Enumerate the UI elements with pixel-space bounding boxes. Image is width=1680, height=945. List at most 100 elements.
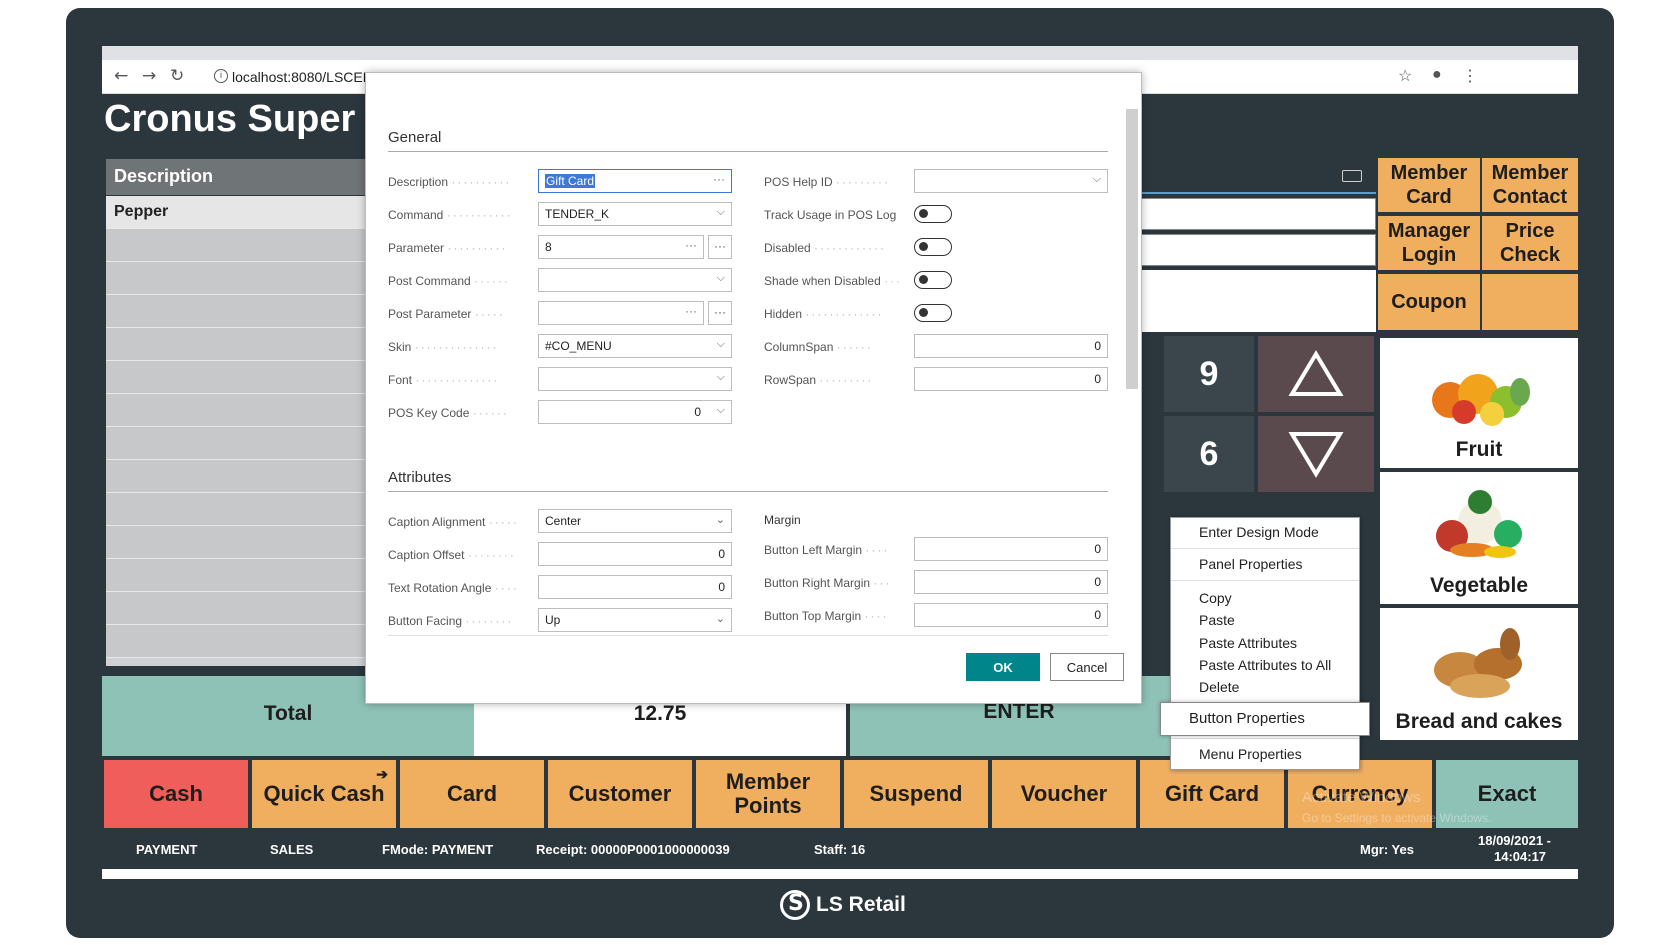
- skin-select[interactable]: #CO_MENU ⌵: [538, 334, 732, 358]
- shade-disabled-toggle[interactable]: [914, 271, 952, 289]
- profile-icon[interactable]: ●: [1432, 66, 1442, 84]
- bread-button[interactable]: Bread and cakes: [1380, 608, 1578, 740]
- ellipsis-icon[interactable]: ···: [685, 238, 697, 252]
- menu-item-paste-attributes-all[interactable]: Paste Attributes to All: [1199, 657, 1331, 673]
- quick-cash-button[interactable]: Quick Cash ➔: [252, 760, 396, 828]
- grid-row[interactable]: [106, 229, 396, 262]
- text-rotation-label: Text Rotation Angle ····: [388, 581, 519, 595]
- vegetable-button[interactable]: Vegetable: [1380, 472, 1578, 604]
- ellipsis-icon[interactable]: ···: [713, 172, 725, 186]
- customer-button[interactable]: Customer: [548, 760, 692, 828]
- input-field[interactable]: [1140, 198, 1376, 230]
- menu-dots-icon[interactable]: ⋮: [1462, 66, 1478, 86]
- input-bar[interactable]: [1140, 158, 1376, 194]
- url-text[interactable]: localhost:8080/LSCEN: [232, 69, 373, 85]
- parameter-lookup-button[interactable]: ···: [708, 235, 732, 259]
- gift-card-button[interactable]: Gift Card: [1140, 760, 1284, 828]
- suspend-button[interactable]: Suspend: [844, 760, 988, 828]
- track-usage-label: Track Usage in POS Log: [764, 208, 897, 222]
- post-parameter-lookup-button[interactable]: ···: [708, 301, 732, 325]
- description-input[interactable]: Gift Card ···: [538, 169, 732, 193]
- star-icon[interactable]: ☆: [1398, 66, 1412, 86]
- coupon-button[interactable]: Coupon: [1378, 274, 1480, 330]
- browser-tab-bar[interactable]: [102, 46, 1578, 60]
- keyboard-icon[interactable]: [1342, 170, 1362, 182]
- left-margin-input[interactable]: 0: [914, 537, 1108, 561]
- status-payment: PAYMENT: [136, 842, 198, 857]
- grid-row[interactable]: [106, 559, 396, 592]
- grid-row[interactable]: [106, 460, 396, 493]
- pos-help-id-select[interactable]: ⌵: [914, 169, 1108, 193]
- cash-button[interactable]: Cash: [104, 760, 248, 828]
- grid-row[interactable]: [106, 361, 396, 394]
- grid-row[interactable]: [106, 328, 396, 361]
- grid-row[interactable]: [106, 394, 396, 427]
- track-usage-toggle[interactable]: [914, 205, 952, 223]
- input-field[interactable]: [1140, 234, 1376, 266]
- reload-icon[interactable]: ↻: [170, 66, 184, 86]
- button-facing-select[interactable]: Up ⌄: [538, 608, 732, 632]
- divider: [388, 491, 1108, 492]
- menu-item-menu-properties[interactable]: Menu Properties: [1199, 746, 1302, 762]
- dialog-scrollbar[interactable]: [1126, 109, 1138, 389]
- text-rotation-input[interactable]: 0: [538, 575, 732, 599]
- top-margin-input[interactable]: 0: [914, 603, 1108, 627]
- grid-row[interactable]: Pepper: [106, 196, 396, 229]
- caption-offset-label: Caption Offset ········: [388, 548, 516, 562]
- menu-item-panel-properties[interactable]: Panel Properties: [1199, 556, 1303, 572]
- manager-login-button[interactable]: Manager Login: [1378, 216, 1480, 270]
- scroll-down-button[interactable]: [1258, 416, 1374, 492]
- row-span-input[interactable]: 0: [914, 367, 1108, 391]
- grid-row[interactable]: [106, 526, 396, 559]
- description-label: Description ··········: [388, 175, 512, 189]
- member-points-button[interactable]: Member Points: [696, 760, 840, 828]
- numpad-6[interactable]: 6: [1164, 416, 1254, 492]
- command-select[interactable]: TENDER_K ⌵: [538, 202, 732, 226]
- menu-item-paste-attributes[interactable]: Paste Attributes: [1199, 635, 1297, 651]
- post-parameter-input[interactable]: ···: [538, 301, 704, 325]
- scroll-up-button[interactable]: [1258, 336, 1374, 412]
- submenu-arrow-icon: ➔: [376, 766, 388, 782]
- grid-header-description: Description: [106, 159, 396, 195]
- voucher-button[interactable]: Voucher: [992, 760, 1136, 828]
- price-check-button[interactable]: Price Check: [1482, 216, 1578, 270]
- menu-item-enter-design-mode[interactable]: Enter Design Mode: [1199, 524, 1319, 540]
- caption-offset-input[interactable]: 0: [538, 542, 732, 566]
- menu-item-button-properties[interactable]: Button Properties: [1160, 702, 1370, 736]
- back-icon[interactable]: ←: [114, 66, 128, 86]
- grid-row[interactable]: [106, 625, 396, 658]
- info-icon[interactable]: i: [214, 69, 228, 83]
- hidden-toggle[interactable]: [914, 304, 952, 322]
- numpad-9[interactable]: 9: [1164, 336, 1254, 412]
- grid-row[interactable]: [106, 592, 396, 625]
- menu-item-delete[interactable]: Delete: [1199, 679, 1239, 695]
- right-margin-input[interactable]: 0: [914, 570, 1108, 594]
- ok-button[interactable]: OK: [966, 653, 1040, 681]
- empty-key[interactable]: [1482, 274, 1578, 330]
- total-label: Total: [263, 702, 313, 725]
- column-span-input[interactable]: 0: [914, 334, 1108, 358]
- fruit-button[interactable]: Fruit: [1380, 338, 1578, 468]
- grid-row[interactable]: [106, 427, 396, 460]
- member-card-button[interactable]: Member Card: [1378, 158, 1480, 212]
- forward-icon[interactable]: →: [142, 66, 156, 86]
- menu-item-copy[interactable]: Copy: [1199, 590, 1232, 606]
- pos-key-code-select[interactable]: 0 ⌵: [538, 400, 732, 424]
- chevron-down-icon: ⌵: [1092, 173, 1101, 185]
- ellipsis-icon[interactable]: ···: [685, 304, 697, 318]
- parameter-input[interactable]: 8 ···: [538, 235, 704, 259]
- cancel-button[interactable]: Cancel: [1050, 653, 1124, 681]
- card-button[interactable]: Card: [400, 760, 544, 828]
- grid-row[interactable]: [106, 295, 396, 328]
- caption-alignment-select[interactable]: Center ⌄: [538, 509, 732, 533]
- grid-row[interactable]: [106, 262, 396, 295]
- post-command-select[interactable]: ⌵: [538, 268, 732, 292]
- disabled-toggle[interactable]: [914, 238, 952, 256]
- menu-item-paste[interactable]: Paste: [1199, 612, 1235, 628]
- brand-name: LS Retail: [816, 893, 906, 916]
- grid-row[interactable]: [106, 493, 396, 526]
- font-select[interactable]: ⌵: [538, 367, 732, 391]
- member-contact-button[interactable]: Member Contact: [1482, 158, 1578, 212]
- divider: [388, 635, 1108, 636]
- hidden-label: Hidden ·············: [764, 307, 884, 321]
